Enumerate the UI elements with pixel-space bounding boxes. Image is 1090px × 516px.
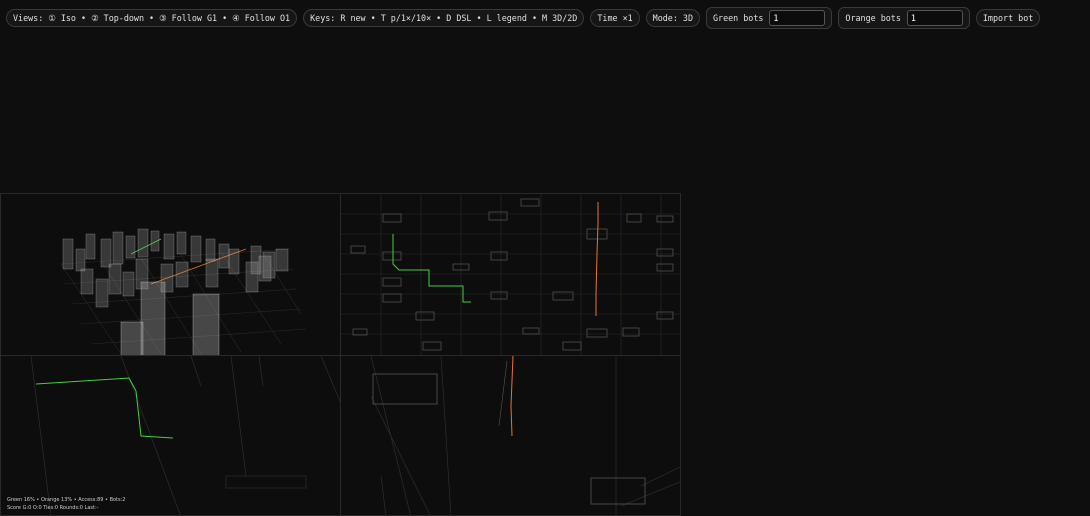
top-down-canvas bbox=[341, 194, 680, 355]
follow-o1-scenery bbox=[370, 356, 680, 515]
iso-view-canvas bbox=[60, 228, 307, 355]
status-readout: Green 16% • Orange 13% • Access:89 • Bot… bbox=[7, 496, 126, 512]
status-line-2: Score G:0 O:0 Ties:0 Rounds:0 Last:- bbox=[7, 505, 99, 511]
time-speed-button[interactable]: Time ×1 bbox=[590, 9, 640, 27]
orange-path-top-down bbox=[595, 202, 599, 316]
follow-g1-scenery bbox=[30, 356, 340, 515]
follow-o1-canvas bbox=[370, 356, 680, 515]
green-bots-label: Green bots bbox=[713, 13, 764, 23]
views-hint: Views: ① Iso • ② Top-down • ③ Follow G1 … bbox=[6, 9, 298, 27]
follow-o1-road bbox=[498, 360, 508, 427]
orange-path-follow bbox=[510, 356, 514, 437]
follow-g1-canvas bbox=[30, 356, 340, 515]
orange-bots-label: Orange bots bbox=[845, 13, 901, 23]
follow-o1-building-2 bbox=[590, 477, 646, 505]
green-bots-input[interactable] bbox=[769, 10, 826, 26]
toolbar: Views: ① Iso • ② Top-down • ③ Follow G1 … bbox=[6, 7, 1041, 29]
follow-o1-building-1 bbox=[372, 373, 438, 405]
top-down-view-pane[interactable] bbox=[340, 193, 681, 356]
follow-o1-pane[interactable] bbox=[340, 355, 681, 516]
simulation-viewports: Green 16% • Orange 13% • Access:89 • Bot… bbox=[0, 193, 681, 516]
mode-toggle-button[interactable]: Mode: 3D bbox=[645, 9, 700, 27]
orange-bots-control: Orange bots bbox=[838, 7, 970, 29]
keys-hint: Keys: R new • T p/1×/10× • D DSL • L leg… bbox=[303, 9, 585, 27]
iso-buildings bbox=[62, 228, 289, 308]
top-down-buildings bbox=[350, 198, 674, 351]
orange-bots-input[interactable] bbox=[906, 10, 963, 26]
green-bots-control: Green bots bbox=[706, 7, 833, 29]
green-path-top-down bbox=[392, 234, 471, 303]
import-bot-button[interactable]: Import bot bbox=[975, 9, 1041, 27]
follow-g1-pane[interactable]: Green 16% • Orange 13% • Access:89 • Bot… bbox=[0, 355, 341, 516]
iso-view-pane[interactable] bbox=[0, 193, 341, 356]
status-line-1: Green 16% • Orange 13% • Access:89 • Bot… bbox=[7, 497, 126, 503]
top-down-grid bbox=[341, 194, 680, 355]
green-path-follow bbox=[35, 377, 174, 439]
